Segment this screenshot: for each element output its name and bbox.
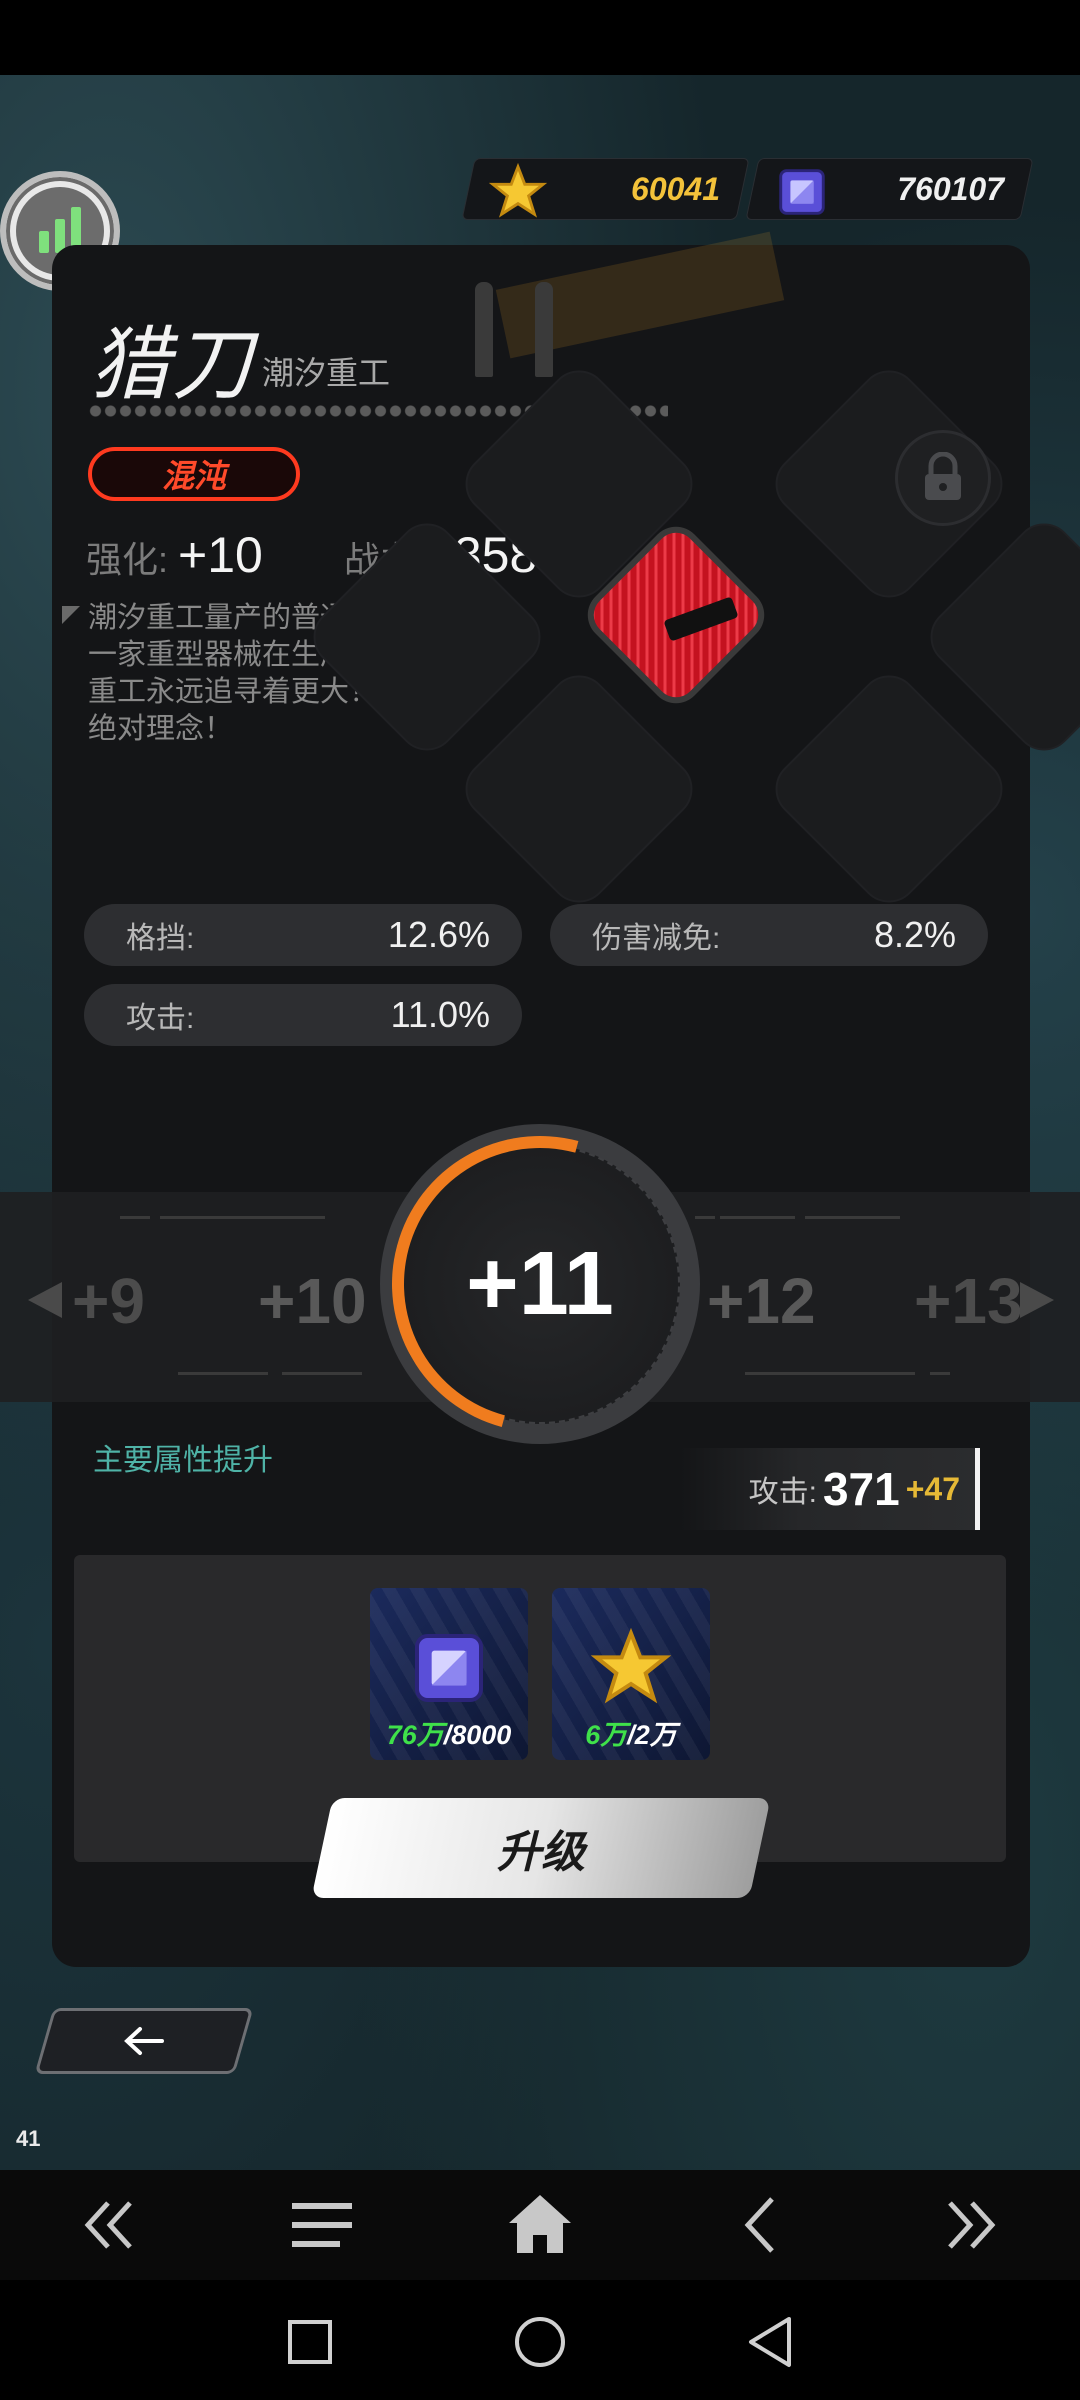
back-button[interactable] [34, 2008, 254, 2074]
attribute-label: 格挡: [126, 922, 195, 955]
recents-icon[interactable] [280, 2312, 340, 2372]
gain-value: 371 [822, 1463, 900, 1515]
arrow-left-icon [124, 2027, 164, 2055]
attribute-gain: 攻击: 371 +47 [680, 1448, 980, 1530]
gain-increase: +47 [905, 1470, 960, 1507]
attribute-label: 伤害减免: [592, 922, 721, 955]
chevron-left-icon[interactable] [720, 2190, 800, 2260]
item-maker: 潮汐重工 [262, 355, 391, 391]
attribute-value: 11.0% [390, 994, 490, 1035]
item-name: 猎刀 [90, 318, 254, 411]
attribute-value: 12.6% [387, 914, 490, 955]
gold-star-icon [489, 163, 547, 218]
gold-amount: 60041 [631, 170, 720, 207]
gem-icon [779, 169, 825, 215]
upgrade-button[interactable]: 升级 [311, 1798, 771, 1898]
attribute-damage-reduction: 伤害减免: 8.2% [550, 904, 988, 966]
current-level: +11 [466, 1233, 614, 1334]
attribute-attack: 攻击: 11.0% [84, 984, 522, 1046]
attribute-value: 8.2% [873, 914, 956, 955]
cost-amount: 76万/8000 [386, 1720, 512, 1750]
rarity-label: 混沌 [161, 458, 226, 494]
upgrade-button-label: 升级 [497, 1828, 585, 1877]
enhance-stat: 强化: +10 [86, 526, 263, 584]
fps-counter: 41 [16, 2126, 41, 2151]
gold-star-icon [591, 1628, 671, 1704]
gain-label: 攻击: [748, 1476, 817, 1509]
enhance-label: 强化: [86, 539, 169, 580]
attribute-label: 攻击: [126, 1002, 195, 1035]
menu-icon[interactable] [282, 2190, 362, 2260]
level-option[interactable]: +10 [258, 1264, 367, 1338]
gem-icon [415, 1634, 483, 1702]
double-chevron-right-icon[interactable] [930, 2190, 1010, 2260]
level-option[interactable]: +12 [707, 1264, 816, 1338]
lock-icon [925, 452, 961, 500]
level-option[interactable]: +9 [72, 1264, 145, 1338]
arrow-right-icon[interactable] [1020, 1282, 1054, 1318]
cost-gold[interactable]: 6万/2万 [552, 1588, 710, 1760]
back-triangle-icon[interactable] [738, 2310, 802, 2374]
level-option[interactable]: +13 [914, 1264, 1023, 1338]
lock-button[interactable] [895, 430, 991, 526]
rarity-badge: 混沌 [88, 447, 300, 501]
cost-amount: 6万/2万 [585, 1720, 677, 1750]
upgrade-section-label: 主要属性提升 [93, 1444, 273, 1477]
corner-mark-icon [62, 606, 80, 624]
home-circle-icon[interactable] [508, 2310, 572, 2374]
double-chevron-left-icon[interactable] [70, 2190, 150, 2260]
cost-gem[interactable]: 76万/8000 [370, 1588, 528, 1760]
gem-amount: 760107 [897, 170, 1004, 207]
enhance-value: +10 [178, 527, 263, 583]
attribute-block: 格挡: 12.6% [84, 904, 522, 966]
gold-currency: 60041 [461, 158, 750, 220]
gem-currency: 760107 [745, 158, 1034, 220]
home-icon[interactable] [498, 2186, 582, 2262]
arrow-left-icon[interactable] [28, 1282, 62, 1318]
